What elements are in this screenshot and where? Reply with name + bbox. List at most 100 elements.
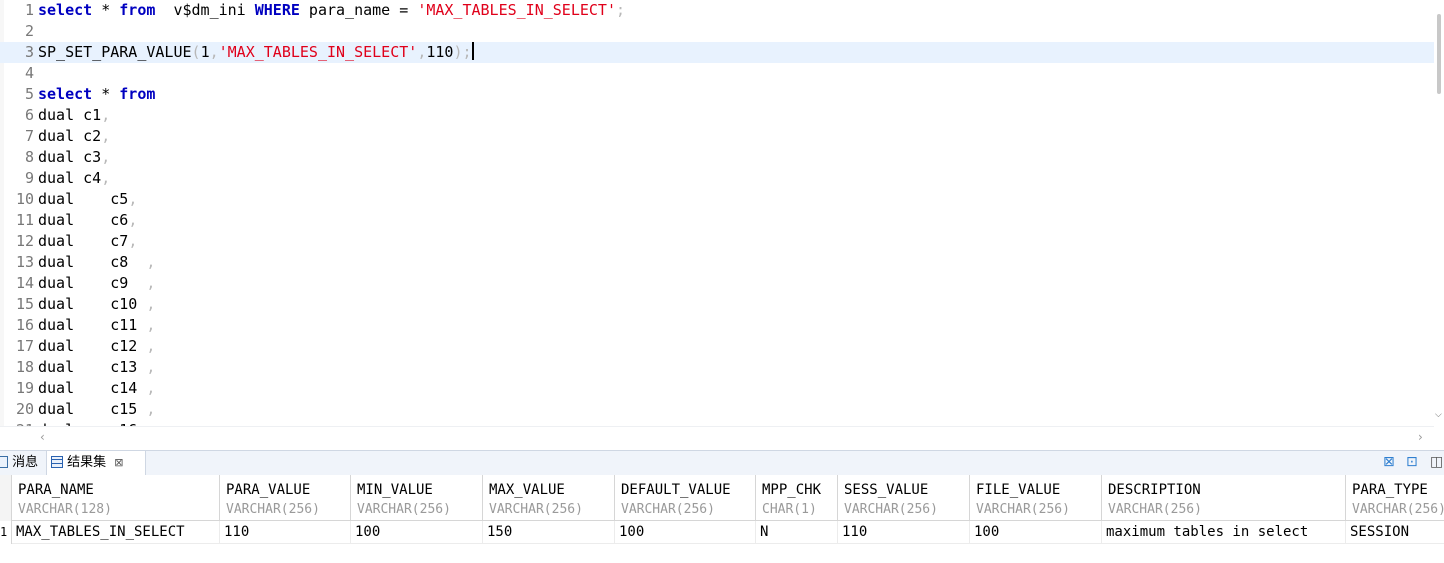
sql-punctuation: , — [146, 295, 156, 313]
code-text: select * from v$dm_ini WHERE para_name =… — [38, 0, 625, 21]
table-icon — [51, 456, 63, 468]
tab-messages-label: 消息 — [12, 455, 39, 470]
code-line[interactable]: 3 SP_SET_PARA_VALUE(1,'MAX_TABLES_IN_SELE… — [0, 42, 1434, 63]
sql-punctuation: , — [146, 316, 156, 334]
row-number-header — [0, 475, 12, 521]
column-header[interactable]: DESCRIPTION VARCHAR(256) — [1102, 475, 1346, 521]
code-line[interactable]: 11 dual c6, — [0, 210, 1434, 231]
line-number: 17 — [15, 337, 34, 355]
column-header[interactable]: MIN_VALUE VARCHAR(256) — [351, 475, 483, 521]
column-name: DEFAULT_VALUE — [621, 482, 731, 498]
table-cell[interactable]: 110 — [220, 521, 351, 544]
sql-editor[interactable]: 1 select * from v$dm_ini WHERE para_name … — [0, 0, 1434, 426]
code-line[interactable]: 1 select * from v$dm_ini WHERE para_name … — [0, 0, 1434, 21]
text-caret — [471, 42, 474, 60]
table-cell[interactable]: 150 — [483, 521, 615, 544]
sql-keyword: from — [119, 1, 156, 19]
column-header[interactable]: MAX_VALUE VARCHAR(256) — [483, 475, 615, 521]
column-name: MAX_VALUE — [489, 482, 565, 498]
code-text: dual c8 , — [38, 252, 155, 273]
table-cell[interactable]: 100 — [970, 521, 1102, 544]
sql-text: * — [92, 85, 120, 103]
code-text: dual c9 , — [38, 273, 155, 294]
code-text: dual c12 , — [38, 336, 155, 357]
scrollbar-thumb[interactable] — [1437, 14, 1441, 94]
sql-string: 'MAX_TABLES_IN_SELECT' — [417, 1, 616, 19]
table-cell[interactable]: maximum tables in select — [1102, 521, 1346, 544]
column-header[interactable]: PARA_NAME VARCHAR(128) — [12, 475, 220, 521]
scroll-left-arrow-icon[interactable]: ‹ — [40, 430, 45, 444]
editor-vertical-scrollbar[interactable]: ⌵ — [1434, 0, 1444, 426]
column-name: PARA_NAME — [18, 482, 94, 498]
sql-text: dual c3 — [38, 148, 102, 166]
code-line[interactable]: 9 dual c4, — [0, 168, 1434, 189]
code-line[interactable]: 4 — [0, 63, 1434, 84]
close-tab-icon[interactable]: ⊠ — [114, 456, 123, 469]
line-number: 4 — [24, 64, 34, 82]
table-cell[interactable]: 100 — [351, 521, 483, 544]
code-text: dual c1, — [38, 105, 110, 126]
sql-text: dual c10 — [38, 295, 147, 313]
column-name: MIN_VALUE — [357, 482, 433, 498]
code-line[interactable]: 5 select * from — [0, 84, 1434, 105]
table-row[interactable]: 1 MAX_TABLES_IN_SELECT 110 100 150 100 N 110 10… — [0, 521, 1444, 544]
column-header[interactable]: PARA_TYPE VARCHAR(256) — [1346, 475, 1444, 521]
sql-text: dual c4 — [38, 169, 102, 187]
sql-punctuation: ( — [191, 43, 201, 61]
sql-punctuation: , — [128, 190, 138, 208]
column-name: MPP_CHK — [762, 482, 822, 498]
code-line[interactable]: 8 dual c3, — [0, 147, 1434, 168]
line-number: 9 — [24, 169, 34, 187]
code-text: dual c13 , — [38, 357, 155, 378]
column-header[interactable]: DEFAULT_VALUE VARCHAR(256) — [615, 475, 756, 521]
editor-horizontal-scrollbar[interactable]: ‹ › — [0, 426, 1434, 447]
collapse-icon[interactable]: ⊠ — [1383, 454, 1395, 470]
table-cell[interactable]: N — [756, 521, 838, 544]
column-header[interactable]: MPP_CHK CHAR(1) — [756, 475, 838, 521]
sql-text: v$dm_ini — [155, 1, 255, 19]
result-panel-tabbar: 消息 结果集 ⊠ ⊠ ⊡ ◫ — [0, 450, 1444, 476]
expand-icon[interactable]: ⊡ — [1406, 454, 1418, 470]
scroll-right-arrow-icon[interactable]: › — [1418, 430, 1423, 444]
code-text: dual c6, — [38, 210, 137, 231]
code-line[interactable]: 14 dual c9 , — [0, 273, 1434, 294]
table-cell[interactable]: MAX_TABLES_IN_SELECT — [12, 521, 220, 544]
code-line[interactable]: 15 dual c10 , — [0, 294, 1434, 315]
scroll-down-arrow-icon[interactable]: ⌵ — [1435, 410, 1442, 420]
code-line[interactable]: 10 dual c5, — [0, 189, 1434, 210]
code-line[interactable]: 20 dual c15 , — [0, 399, 1434, 420]
column-name: PARA_TYPE — [1352, 482, 1428, 498]
line-number: 14 — [15, 274, 34, 292]
column-type: VARCHAR(256) — [976, 502, 1070, 517]
code-line[interactable]: 17 dual c12 , — [0, 336, 1434, 357]
table-cell[interactable]: SESSION — [1346, 521, 1444, 544]
code-line[interactable]: 7 dual c2, — [0, 126, 1434, 147]
code-line[interactable]: 18 dual c13 , — [0, 357, 1434, 378]
restore-icon[interactable]: ◫ — [1430, 454, 1443, 470]
code-text: dual c7, — [38, 231, 137, 252]
code-line[interactable]: 16 dual c11 , — [0, 315, 1434, 336]
column-header[interactable]: FILE_VALUE VARCHAR(256) — [970, 475, 1102, 521]
table-cell[interactable]: 100 — [615, 521, 756, 544]
code-line[interactable]: 6 dual c1, — [0, 105, 1434, 126]
column-type: CHAR(1) — [762, 502, 817, 517]
sql-text: 110 — [426, 43, 454, 61]
code-line[interactable]: 2 — [0, 21, 1434, 42]
sql-punctuation: , — [101, 127, 111, 145]
code-line[interactable]: 19 dual c14 , — [0, 378, 1434, 399]
table-cell[interactable]: 110 — [838, 521, 970, 544]
code-line[interactable]: 12 dual c7, — [0, 231, 1434, 252]
code-text: dual c11 , — [38, 315, 155, 336]
column-header[interactable]: SESS_VALUE VARCHAR(256) — [838, 475, 970, 521]
tab-messages[interactable]: 消息 — [0, 451, 44, 475]
line-number: 19 — [15, 379, 34, 397]
line-number: 7 — [24, 127, 34, 145]
sql-punctuation: , — [417, 43, 427, 61]
code-text: dual c3, — [38, 147, 110, 168]
column-header[interactable]: PARA_VALUE VARCHAR(256) — [220, 475, 351, 521]
sql-text: dual c15 — [38, 400, 147, 418]
code-line[interactable]: 13 dual c8 , — [0, 252, 1434, 273]
line-number: 16 — [15, 316, 34, 334]
line-number: 12 — [15, 232, 34, 250]
tab-result-set[interactable]: 结果集 ⊠ — [46, 451, 146, 475]
